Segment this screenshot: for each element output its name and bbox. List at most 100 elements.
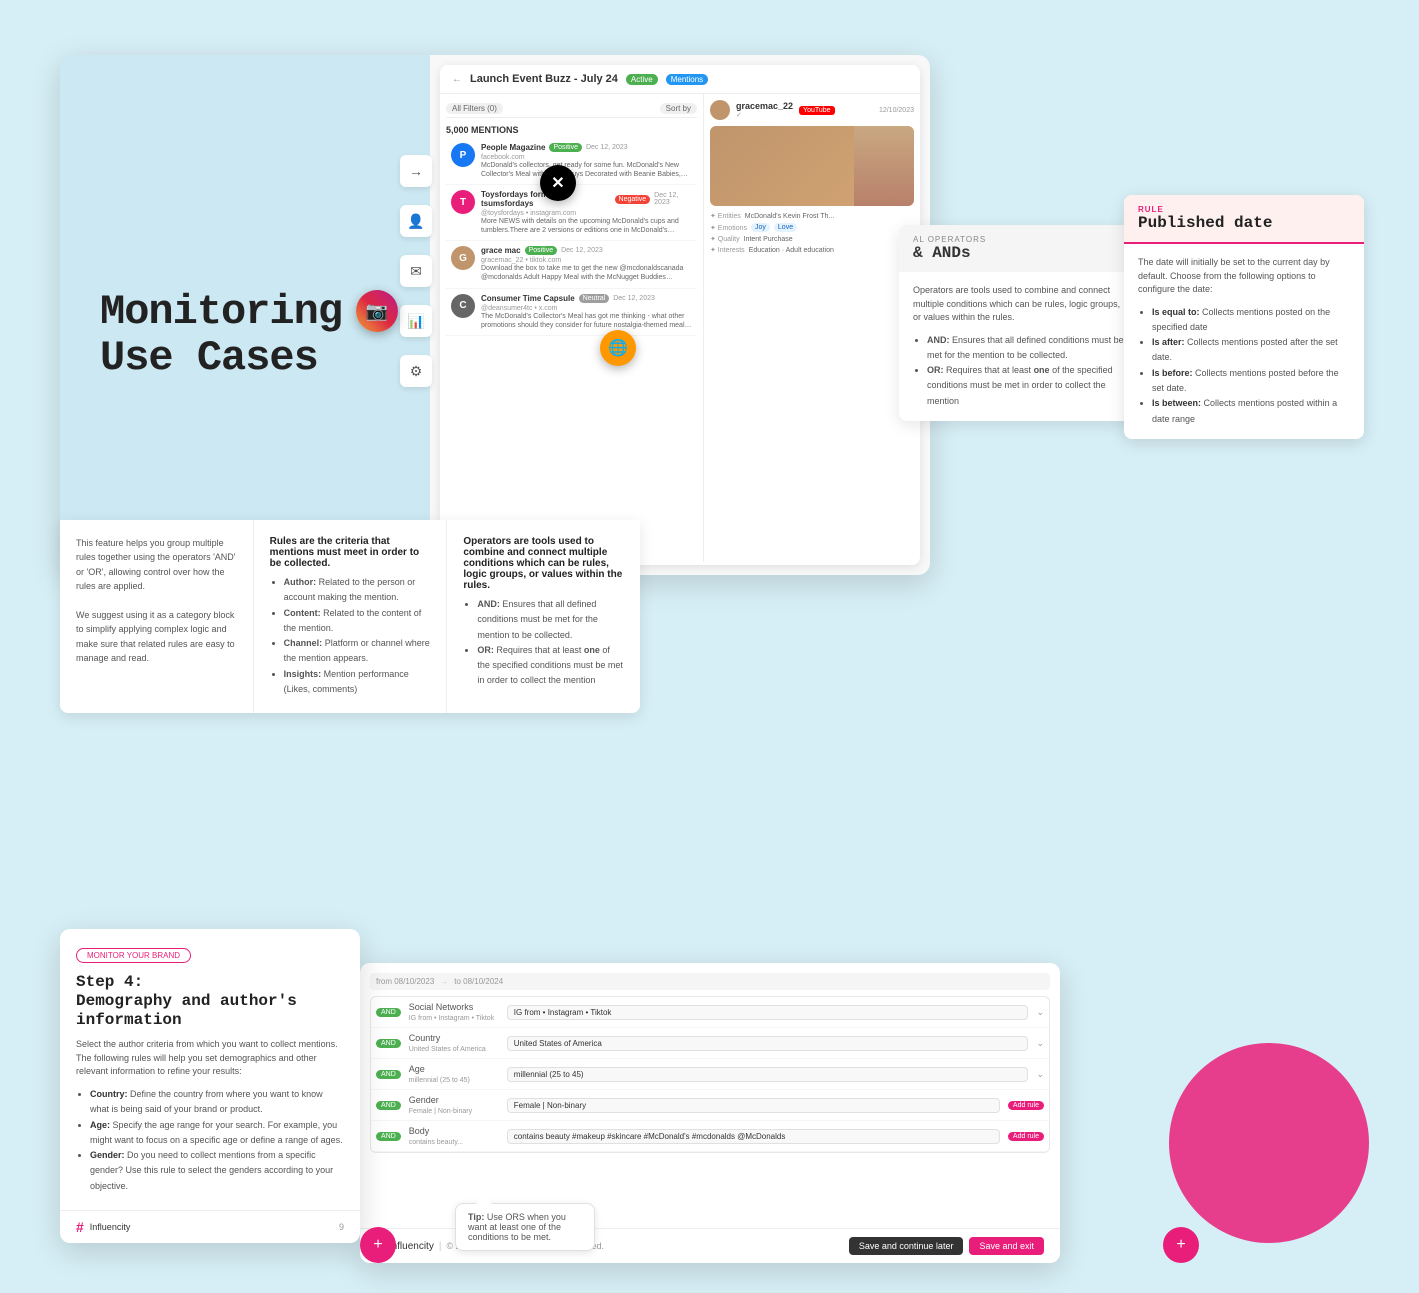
form-row-value: millennial (25 to 45) [507, 1067, 1029, 1082]
mention-avatar: C [451, 294, 475, 318]
pink-action-button-left[interactable]: + [360, 1227, 396, 1263]
mention-date: Dec 12, 2023 [561, 247, 603, 254]
row-expand-icon[interactable]: ⌄ [1036, 1069, 1044, 1080]
mention-date: Dec 12, 2023 [613, 295, 655, 302]
form-rows-container: AND Social NetworksIG from • Instagram •… [370, 996, 1050, 1153]
mentions-badge: Mentions [666, 74, 708, 85]
list-item: Is after: Collects mentions posted after… [1152, 335, 1350, 366]
sidebar-icon-2[interactable]: 👤 [400, 205, 432, 237]
mention-badge: Neutral [579, 294, 610, 303]
profile-date: 12/10/2023 [879, 107, 914, 114]
active-badge: Active [626, 74, 658, 85]
operators-text: Operators are tools used to combine and … [913, 284, 1125, 325]
instagram-social-icon: 📷 [356, 290, 398, 332]
form-row-value: IG from • Instagram • Tiktok [507, 1005, 1029, 1020]
mention-content: Consumer Time Capsule Neutral Dec 12, 20… [481, 294, 692, 330]
mention-source: @toysfordays • instagram.com [481, 210, 692, 217]
sidebar-icon-4[interactable]: 📊 [400, 305, 432, 337]
operators-overlay-header: AL OPERATORS & ANDs [899, 225, 1139, 272]
list-item: AND: Ensures that all defined conditions… [477, 597, 624, 643]
row-expand-icon[interactable]: ⌄ [1036, 1007, 1044, 1018]
mention-text: More NEWS with details on the upcoming M… [481, 217, 692, 235]
date-range-bar: from 08/10/2023 → to 08/10/2024 [370, 973, 1050, 990]
form-row-body: AND Bodycontains beauty... contains beau… [371, 1121, 1049, 1152]
list-item: Content: Related to the content of the m… [284, 606, 431, 637]
profile-panel: gracemac_22 ✓ YouTube 12/10/2023 ✦ Entit… [704, 94, 920, 562]
ui-mockup: ← Launch Event Buzz - July 24 Active Men… [440, 65, 920, 565]
ui-mockup-header: ← Launch Event Buzz - July 24 Active Men… [440, 65, 920, 94]
form-row-country: AND CountryUnited States of America Unit… [371, 1028, 1049, 1059]
rule-list: Is equal to: Collects mentions posted on… [1138, 305, 1350, 427]
profile-tags-header: ✦ Entities McDonald's Kevin Frost Th... … [710, 212, 914, 254]
info-card-3: Operators are tools used to combine and … [447, 520, 640, 713]
mentions-count: 5,000 MENTIONS [446, 122, 697, 138]
filter-bar: All Filters (0) Sort by [446, 100, 697, 118]
ui-mockup-body: All Filters (0) Sort by 5,000 MENTIONS P… [440, 94, 920, 562]
list-item: Author: Related to the person or account… [284, 575, 431, 606]
list-item: Insights: Mention performance (Likes, co… [284, 667, 431, 698]
info-card-2-list: Author: Related to the person or account… [270, 575, 431, 697]
form-row-label: GenderFemale | Non-binary [409, 1095, 499, 1115]
mention-name: People Magazine [481, 143, 545, 152]
monitor-badge: MONITOR YOUR BRAND [76, 948, 191, 963]
info-card-3-title: Operators are tools used to combine and … [463, 536, 624, 591]
operators-list: AND: Ensures that all defined conditions… [913, 333, 1125, 409]
mention-badge: Positive [549, 143, 582, 152]
monitor-footer: # Influencity 9 [60, 1210, 360, 1243]
row-expand-icon[interactable]: ⌄ [1036, 1038, 1044, 1049]
sidebar-icon-5[interactable]: ⚙ [400, 355, 432, 387]
save-continue-button[interactable]: Save and continue later [849, 1237, 964, 1255]
form-buttons: Save and continue later Save and exit [849, 1237, 1044, 1255]
mention-badge: Negative [615, 195, 651, 204]
mention-avatar: G [451, 246, 475, 270]
list-item: OR: Requires that at least one of the sp… [477, 643, 624, 689]
profile-name: gracemac_22 [736, 101, 793, 111]
date-from-label: from 08/10/2023 [376, 977, 434, 986]
monitor-step: Step 4: Demography and author's informat… [76, 973, 344, 1031]
add-rule-btn[interactable]: Add rule [1008, 1101, 1044, 1110]
info-card-1: This feature helps you group multiple ru… [60, 520, 254, 713]
filter-chip[interactable]: All Filters (0) [446, 103, 503, 114]
x-social-icon: ✕ [540, 165, 576, 201]
and-badge: AND [376, 1039, 401, 1048]
sidebar-icon-3[interactable]: ✉ [400, 255, 432, 287]
save-exit-button[interactable]: Save and exit [969, 1237, 1044, 1255]
operators-overlay-title: & ANDs [913, 244, 1125, 262]
date-separator: → [440, 977, 448, 986]
pink-action-button-right[interactable]: + [1163, 1227, 1199, 1263]
tip-label: Tip: [468, 1212, 484, 1222]
mention-item: G grace mac Positive Dec 12, 2023 gracem… [446, 241, 697, 288]
form-content: from 08/10/2023 → to 08/10/2024 AND Soci… [360, 963, 1060, 1217]
mention-badge: Positive [525, 246, 558, 255]
and-badge: AND [376, 1070, 401, 1079]
list-item: Channel: Platform or channel where the m… [284, 636, 431, 667]
mention-text: Download the box to take me to get the n… [481, 264, 692, 282]
form-row-value: contains beauty #makeup #skincare #McDon… [507, 1129, 1000, 1144]
and-badge: AND [376, 1132, 401, 1141]
sidebar-icon-1[interactable]: → [400, 155, 432, 187]
add-rule-btn-2[interactable]: Add rule [1008, 1132, 1044, 1141]
form-row-social: AND Social NetworksIG from • Instagram •… [371, 997, 1049, 1028]
form-row-value: Female | Non-binary [507, 1098, 1000, 1113]
entities-value: McDonald's Kevin Frost Th... [745, 213, 835, 220]
form-row-age: AND Agemillennial (25 to 45) millennial … [371, 1059, 1049, 1090]
profile-header: gracemac_22 ✓ YouTube 12/10/2023 [710, 100, 914, 120]
emotion-tag-joy: Joy [751, 223, 770, 232]
mention-text: McDonald's collectors, get ready for som… [481, 161, 692, 179]
operators-overlay-card: AL OPERATORS & ANDs Operators are tools … [899, 225, 1139, 421]
main-slide-left: Monitoring Use Cases [60, 55, 400, 575]
sort-button[interactable]: Sort by [660, 103, 697, 114]
mention-content: grace mac Positive Dec 12, 2023 gracemac… [481, 246, 692, 282]
mention-name: Consumer Time Capsule [481, 294, 575, 303]
mention-content: Toysfordays form early tsumsfordays Nega… [481, 190, 692, 235]
and-badge: AND [376, 1101, 401, 1110]
list-item: Gender: Do you need to collect mentions … [90, 1148, 344, 1194]
list-item: Age: Specify the age range for your sear… [90, 1118, 344, 1149]
emotion-tag-love: Love [774, 223, 797, 232]
footer-name: Influencity [90, 1222, 131, 1232]
info-card-2-title: Rules are the criteria that mentions mus… [270, 536, 431, 569]
info-cards-strip: This feature helps you group multiple ru… [60, 520, 640, 713]
mention-date: Dec 12, 2023 [654, 192, 692, 206]
list-item: Is before: Collects mentions posted befo… [1152, 366, 1350, 397]
operators-overlay-label: AL OPERATORS [913, 235, 1125, 244]
